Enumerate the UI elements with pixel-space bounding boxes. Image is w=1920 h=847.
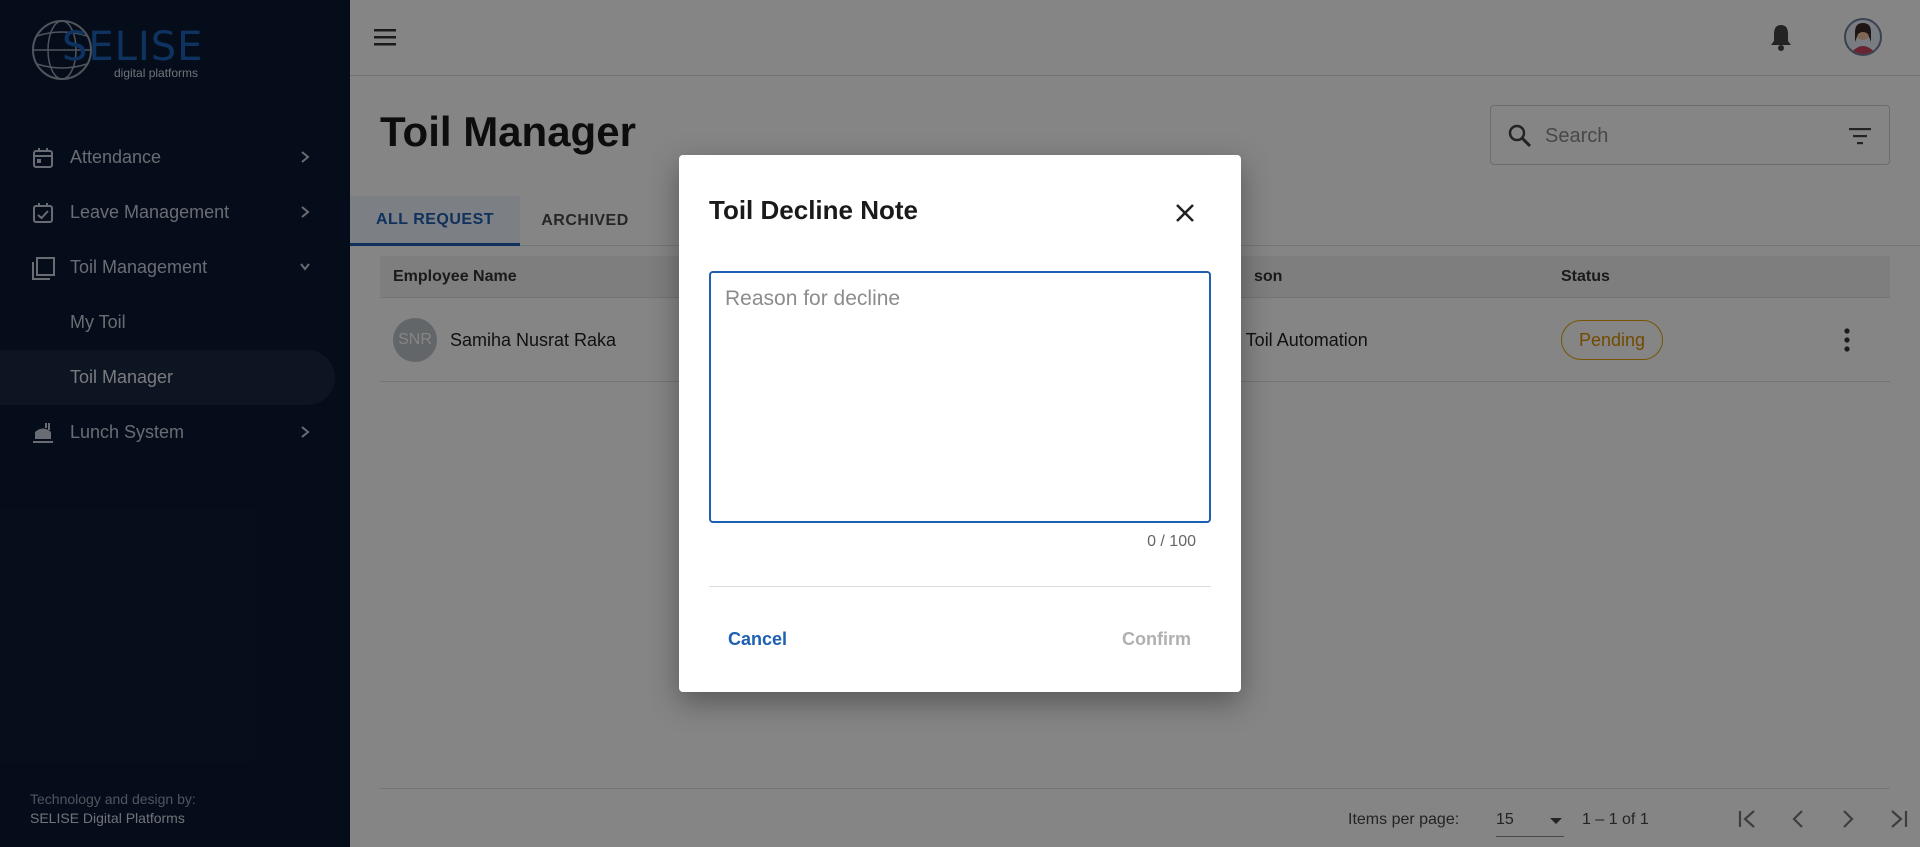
decline-reason-field[interactable] bbox=[709, 271, 1211, 523]
toil-decline-dialog: Toil Decline Note 0 / 100 Cancel Confirm bbox=[679, 155, 1241, 692]
dialog-title: Toil Decline Note bbox=[709, 195, 918, 225]
character-counter: 0 / 100 bbox=[1147, 533, 1196, 550]
confirm-button[interactable]: Confirm bbox=[1122, 629, 1191, 650]
cancel-button[interactable]: Cancel bbox=[728, 629, 787, 650]
dialog-divider bbox=[709, 586, 1211, 587]
close-icon[interactable] bbox=[1171, 199, 1199, 227]
